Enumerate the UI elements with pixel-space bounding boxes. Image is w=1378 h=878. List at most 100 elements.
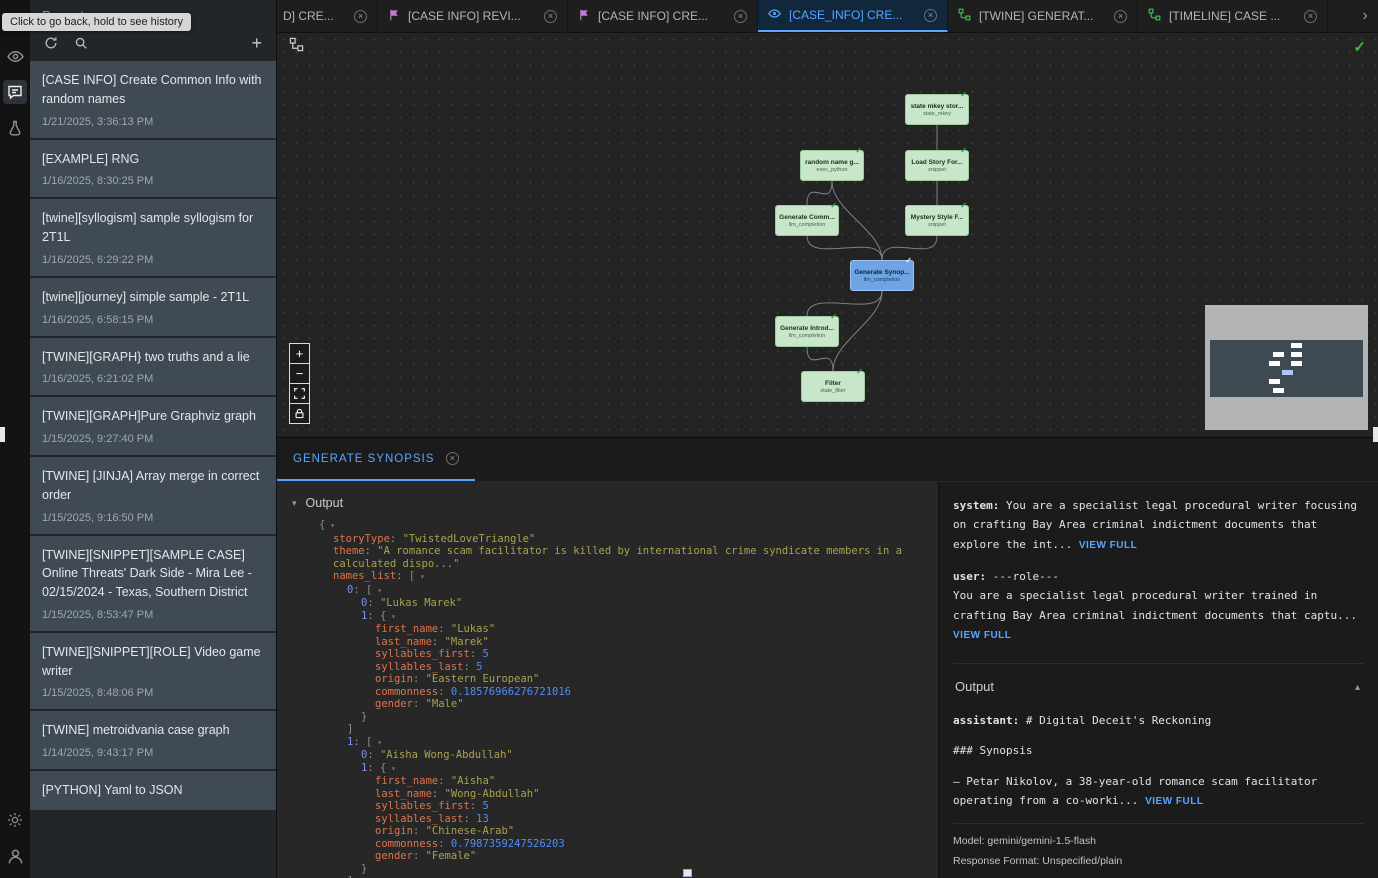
- editor-tab[interactable]: [CASE INFO] REVI...×: [378, 0, 568, 32]
- view-full-link[interactable]: VIEW FULL: [953, 630, 1011, 641]
- json-line: gender: "Female": [277, 850, 938, 863]
- prompt-title: [TWINE][SNIPPET][SAMPLE CASE] Online Thr…: [42, 546, 264, 602]
- success-check-icon: ✓: [1353, 38, 1366, 56]
- json-line: }: [277, 711, 938, 724]
- close-icon[interactable]: ×: [1114, 10, 1127, 23]
- eye-icon[interactable]: [3, 44, 27, 68]
- prompt-list-item[interactable]: [TWINE][SNIPPET][ROLE] Video game writer…: [30, 633, 276, 710]
- json-line: syllables_last: 13: [277, 813, 938, 826]
- graph-node[interactable]: ✓state mkey stor...state_mkey: [905, 94, 969, 125]
- prompt-list-item[interactable]: [twine][journey] simple sample - 2T1L 1/1…: [30, 278, 276, 336]
- graph-node[interactable]: ✓Mystery Style F...snippet: [905, 205, 969, 236]
- flask-icon[interactable]: [3, 116, 27, 140]
- search-icon[interactable]: [74, 36, 88, 50]
- prompts-icon[interactable]: [3, 80, 27, 104]
- json-line: theme: "A romance scam facilitator is ki…: [277, 545, 938, 570]
- minimap[interactable]: [1205, 305, 1368, 430]
- run-meta: Model: gemini/gemini-1.5-flash Response …: [953, 823, 1364, 872]
- json-line: commonness: 0.7987359247526203: [277, 838, 938, 851]
- view-full-link[interactable]: VIEW FULL: [1079, 540, 1137, 551]
- fit-view-icon[interactable]: [289, 383, 310, 404]
- node-check-icon: ✓: [830, 312, 837, 321]
- node-check-icon: ✓: [855, 146, 862, 155]
- graph-node[interactable]: ✓Generate Synop...llm_completion: [850, 260, 914, 291]
- prompt-title: [CASE INFO] Create Common Info with rand…: [42, 71, 264, 109]
- prompt-title: [TWINE][SNIPPET][ROLE] Video game writer: [42, 643, 264, 681]
- json-line: first_name: "Aisha": [277, 775, 938, 788]
- assistant-line2: ### Synopsis: [953, 741, 1364, 760]
- close-icon[interactable]: ×: [1304, 10, 1317, 23]
- main-area: D] CRE...×[CASE INFO] REVI...×[CASE INFO…: [277, 0, 1378, 878]
- prompt-timestamp: 1/15/2025, 9:16:50 PM: [42, 512, 264, 524]
- pane-resize-handle-left[interactable]: [0, 427, 5, 442]
- graph-node[interactable]: ✓Filterstate_filter: [801, 371, 865, 402]
- close-icon[interactable]: ×: [446, 452, 459, 465]
- prompt-list-item[interactable]: [TWINE][GRAPH]Pure Graphviz graph1/15/20…: [30, 397, 276, 455]
- json-line: last_name: "Marek": [277, 636, 938, 649]
- layout-icon[interactable]: [289, 37, 304, 57]
- minimap-node: [1269, 379, 1280, 384]
- editor-tab[interactable]: [CASE_INFO] CRE...×: [758, 0, 948, 32]
- pane-resize-handle-bottom[interactable]: [683, 869, 692, 877]
- graph-node[interactable]: ✓random name g...exec_python: [800, 150, 864, 181]
- close-icon[interactable]: ×: [354, 10, 367, 23]
- minimap-node: [1273, 388, 1284, 393]
- close-icon[interactable]: ×: [734, 10, 747, 23]
- tab-generate-synopsis[interactable]: GENERATE SYNOPSIS ×: [277, 438, 475, 481]
- prompt-list-item[interactable]: [TWINE] [JINJA] Array merge in correct o…: [30, 457, 276, 534]
- prompt-list-item[interactable]: [PYTHON] Yaml to JSON: [30, 771, 276, 810]
- prompt-timestamp: 1/14/2025, 9:43:17 PM: [42, 747, 264, 759]
- lock-icon[interactable]: [289, 403, 310, 424]
- node-title: Generate Synop...: [854, 269, 909, 276]
- json-line: ]: [277, 723, 938, 736]
- app-root: Prompts + [CASE INFO] Create Common Info…: [0, 0, 1378, 878]
- graph-canvas[interactable]: ✓ ✓state mkey stor...state_mkey ✓random n…: [277, 33, 1378, 437]
- graph-node[interactable]: ✓Generate Comm...llm_completion: [775, 205, 839, 236]
- tab-label: [CASE INFO] CRE...: [598, 9, 726, 23]
- prompt-title: [twine][journey] simple sample - 2T1L: [42, 288, 264, 307]
- user-text: You are a specialist legal procedural wr…: [953, 589, 1357, 621]
- minimap-node: [1273, 352, 1284, 357]
- prompt-list-item[interactable]: [EXAMPLE] RNG1/16/2025, 8:30:25 PM: [30, 140, 276, 198]
- system-text: You are a specialist legal procedural wr…: [953, 499, 1357, 551]
- prompt-list-item[interactable]: [TWINE][GRAPH} two truths and a lie1/16/…: [30, 338, 276, 396]
- view-full-link[interactable]: VIEW FULL: [1145, 796, 1203, 807]
- flag-icon: [388, 9, 400, 24]
- zoom-in-button[interactable]: +: [289, 343, 310, 364]
- pane-resize-handle-right[interactable]: [1373, 427, 1378, 442]
- prompt-timestamp: 1/16/2025, 6:58:15 PM: [42, 314, 264, 326]
- prompt-list-item[interactable]: [TWINE] metroidvania case graph 1/14/2025…: [30, 711, 276, 769]
- prompt-list-item[interactable]: [TWINE][SNIPPET][SAMPLE CASE] Online Thr…: [30, 536, 276, 631]
- zoom-out-button[interactable]: −: [289, 363, 310, 384]
- editor-tab[interactable]: D] CRE...×: [277, 0, 378, 32]
- output-section-toggle[interactable]: ▾ Output: [277, 488, 938, 519]
- response-format-line: Response Format: Unspecified/plain: [953, 852, 1364, 872]
- user-label: user:: [953, 570, 986, 583]
- messages-panel: system: You are a specialist legal proce…: [938, 482, 1378, 878]
- prompt-list-item[interactable]: [CASE INFO] Create Common Info with rand…: [30, 61, 276, 138]
- prompt-list-item[interactable]: [twine][syllogism] sample syllogism for …: [30, 199, 276, 276]
- close-icon[interactable]: ×: [544, 10, 557, 23]
- bottom-tab-label: GENERATE SYNOPSIS: [293, 453, 434, 465]
- node-subtitle: llm_completion: [789, 333, 826, 339]
- gear-icon[interactable]: [3, 808, 27, 832]
- chevron-right-icon[interactable]: ›: [1352, 0, 1378, 32]
- json-line: syllables_first: 5: [277, 800, 938, 813]
- refresh-icon[interactable]: [44, 36, 58, 50]
- graph-node[interactable]: ✓Load Story For...snippet: [905, 150, 969, 181]
- output-collapse-toggle[interactable]: Output ▴: [953, 663, 1364, 711]
- json-line: { ▾: [277, 519, 938, 533]
- editor-tab[interactable]: [CASE INFO] CRE... ×: [568, 0, 758, 32]
- sidebar-toolbar: +: [30, 27, 276, 59]
- json-tree[interactable]: { ▾storyType: "TwistedLoveTriangle"theme…: [277, 519, 938, 878]
- user-icon[interactable]: [3, 844, 27, 868]
- graph-node[interactable]: ✓Generate Introd...llm_completion: [775, 316, 839, 347]
- close-icon[interactable]: ×: [924, 9, 937, 22]
- assistant-message: assistant: # Digital Deceit's Reckoning …: [953, 711, 1364, 810]
- prompt-title: [TWINE] metroidvania case graph: [42, 721, 264, 740]
- system-label: system:: [953, 499, 999, 512]
- editor-tab[interactable]: [TIMELINE] CASE ...×: [1138, 0, 1328, 32]
- prompt-title: [EXAMPLE] RNG: [42, 150, 264, 169]
- editor-tab[interactable]: [TWINE] GENERAT...×: [948, 0, 1138, 32]
- add-prompt-button[interactable]: +: [251, 35, 262, 51]
